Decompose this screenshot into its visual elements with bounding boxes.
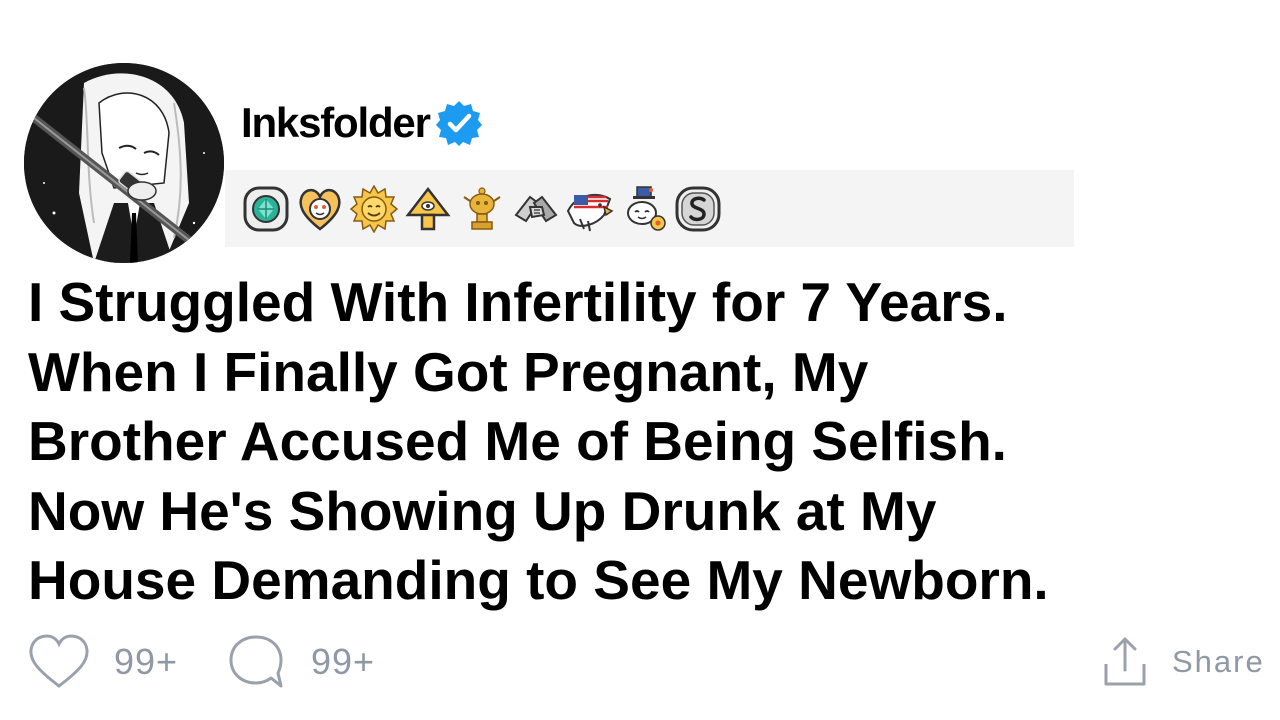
comment-count: 99+ <box>311 641 376 682</box>
like-count: 99+ <box>114 641 179 682</box>
heart-icon <box>29 634 89 688</box>
username[interactable]: Inksfolder <box>241 99 431 147</box>
comment-bubble-icon <box>229 635 283 688</box>
wholesome-heart-award-icon[interactable] <box>296 185 344 233</box>
post-title: I Struggled With Infertility for 7 Years… <box>28 268 1273 616</box>
share-upload-icon <box>1104 637 1146 686</box>
post-title-line: I Struggled With Infertility for 7 Years… <box>28 271 1008 333</box>
share-label: Share <box>1172 644 1265 679</box>
post-title-line: House Demanding to See My Newborn. <box>28 549 1049 611</box>
bald-eagle-flag-award-icon[interactable] <box>566 185 614 233</box>
gold-snoo-trophy-award-icon[interactable] <box>458 185 506 233</box>
handshake-award-icon[interactable] <box>512 185 560 233</box>
post-title-line: When I Finally Got Pregnant, My <box>28 340 869 403</box>
awards-bar <box>225 170 1074 247</box>
author-row: Inksfolder <box>241 96 483 150</box>
post-title-line: Brother Accused Me of Being Selfish. <box>28 410 1007 472</box>
like-button[interactable]: 99+ <box>28 634 178 690</box>
pyramid-eye-award-icon[interactable] <box>404 185 452 233</box>
verified-badge-icon <box>435 101 482 146</box>
post-actions-bar: 99+ 99+ Share <box>0 630 1280 692</box>
post-title-line: Now He's Showing Up Drunk at My <box>28 479 937 542</box>
sun-face-award-icon[interactable] <box>350 184 398 233</box>
diamond-gem-award-icon[interactable] <box>242 185 290 233</box>
comment-button[interactable]: 99+ <box>228 634 375 690</box>
anime-girl-with-katana-avatar <box>24 63 224 263</box>
silver-s-award-icon[interactable] <box>674 185 722 233</box>
avatar[interactable] <box>24 63 224 263</box>
share-button[interactable]: Share <box>1102 634 1265 690</box>
snoo-top-hat-award-icon[interactable] <box>620 185 668 233</box>
